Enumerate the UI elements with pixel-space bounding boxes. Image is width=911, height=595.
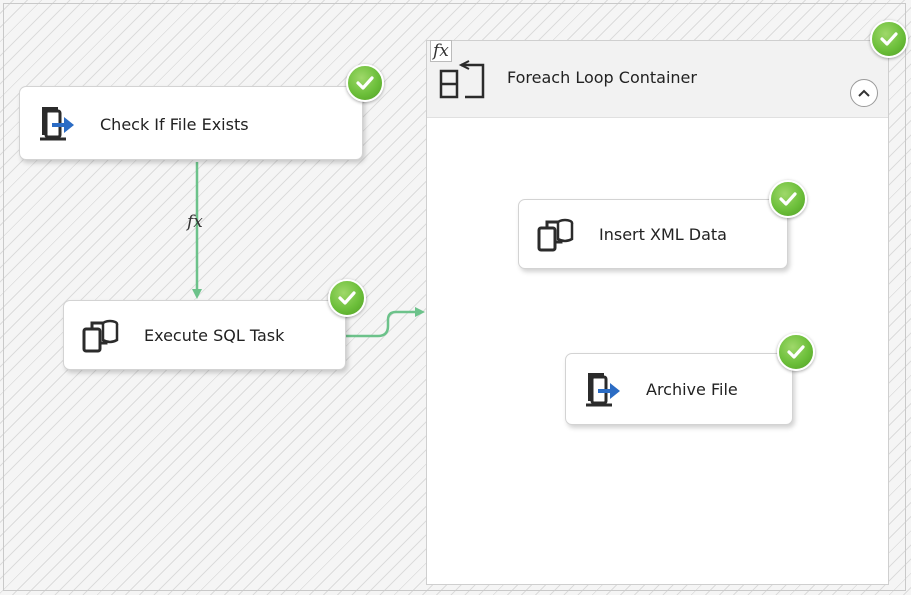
foreach-loop-container[interactable]: Foreach Loop Container bbox=[426, 40, 889, 585]
file-system-task-icon bbox=[36, 103, 76, 143]
task-archive-file[interactable]: Archive File bbox=[565, 353, 793, 425]
task-insert-xml-data[interactable]: Insert XML Data bbox=[518, 199, 788, 269]
execute-sql-task-icon bbox=[80, 315, 120, 355]
success-check-icon bbox=[346, 64, 384, 102]
expression-fx-icon: fx bbox=[187, 212, 203, 232]
success-check-icon bbox=[777, 333, 815, 371]
task-execute-sql[interactable]: Execute SQL Task bbox=[63, 300, 346, 370]
container-header[interactable]: Foreach Loop Container bbox=[427, 41, 888, 118]
task-label: Insert XML Data bbox=[599, 225, 727, 244]
success-check-icon bbox=[870, 20, 908, 58]
task-check-if-file-exists[interactable]: Check If File Exists bbox=[19, 86, 363, 160]
execute-sql-task-icon bbox=[535, 214, 575, 254]
container-expression-fx-icon: fx bbox=[430, 40, 452, 62]
container-title: Foreach Loop Container bbox=[507, 68, 697, 87]
chevron-up-icon[interactable] bbox=[850, 79, 878, 107]
file-system-task-icon bbox=[582, 369, 622, 409]
task-label: Archive File bbox=[646, 380, 738, 399]
foreach-loop-icon bbox=[439, 59, 487, 99]
task-label: Check If File Exists bbox=[100, 115, 249, 134]
success-check-icon bbox=[769, 180, 807, 218]
task-label: Execute SQL Task bbox=[144, 326, 285, 345]
constraint-sql-to-container[interactable] bbox=[346, 307, 425, 338]
success-check-icon bbox=[328, 279, 366, 317]
